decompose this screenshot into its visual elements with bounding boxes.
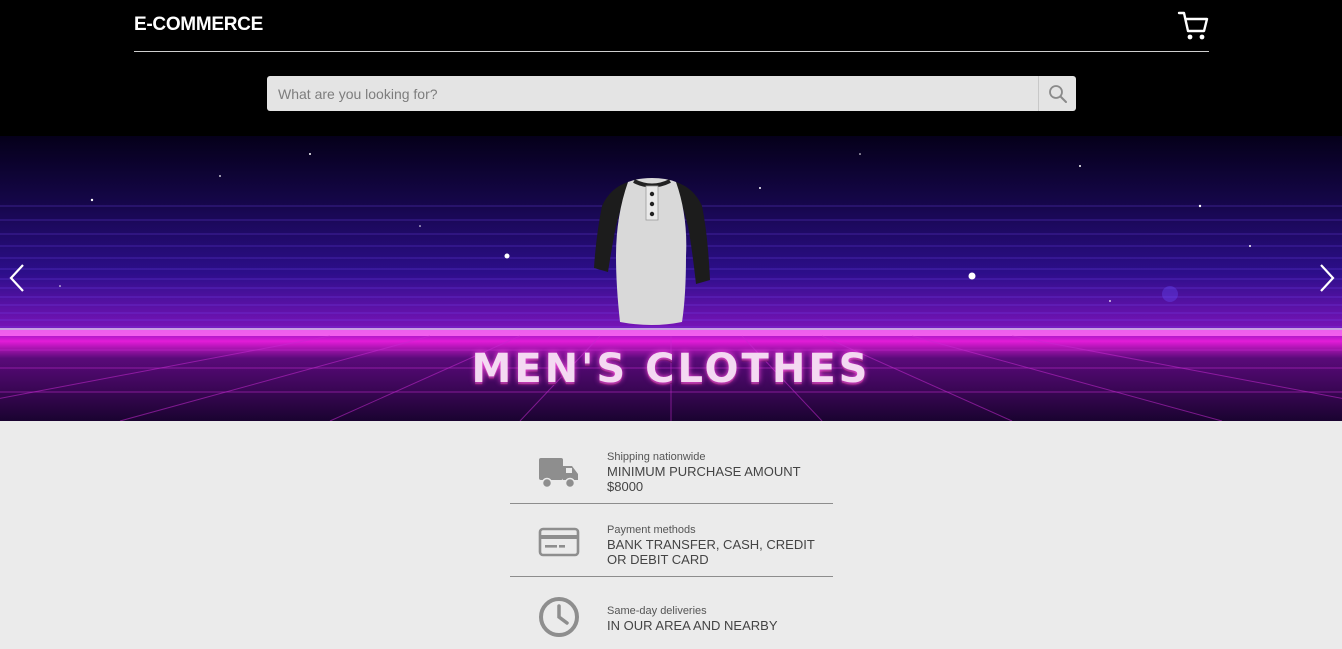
clock-icon bbox=[538, 596, 580, 638]
search-bar bbox=[267, 76, 1076, 111]
chevron-right-icon bbox=[1320, 264, 1335, 292]
feature-delivery: Same-day deliveries IN OUR AREA AND NEAR… bbox=[510, 592, 833, 649]
chevron-left-icon bbox=[9, 264, 24, 292]
site-header: E-COMMERCE bbox=[0, 0, 1342, 136]
search-input[interactable] bbox=[267, 76, 1037, 111]
feature-detail: IN OUR AREA AND NEARBY bbox=[607, 618, 778, 633]
feature-label: Shipping nationwide bbox=[607, 451, 706, 463]
brand-logo[interactable]: E-COMMERCE bbox=[134, 14, 263, 36]
header-divider bbox=[134, 51, 1209, 52]
feature-divider bbox=[510, 503, 833, 504]
carousel-next-button[interactable] bbox=[1316, 262, 1338, 294]
feature-label: Same-day deliveries bbox=[607, 605, 707, 617]
search-button[interactable] bbox=[1038, 76, 1076, 111]
credit-card-icon bbox=[538, 527, 580, 569]
feature-payment: Payment methods BANK TRANSFER, CASH, CRE… bbox=[510, 519, 833, 577]
delivery-truck-icon bbox=[538, 454, 580, 496]
hero-carousel: MEN'S CLOTHES bbox=[0, 136, 1342, 421]
feature-shipping: Shipping nationwide MINIMUM PURCHASE AMO… bbox=[510, 446, 833, 504]
carousel-prev-button[interactable] bbox=[6, 262, 28, 294]
feature-detail: MINIMUM PURCHASE AMOUNT $8000 bbox=[607, 464, 801, 494]
magnifier-icon bbox=[1048, 84, 1067, 103]
feature-detail: BANK TRANSFER, CASH, CREDIT OR DEBIT CAR… bbox=[607, 537, 815, 567]
shopping-cart-icon[interactable] bbox=[1177, 10, 1211, 42]
feature-divider bbox=[510, 576, 833, 577]
henley-shirt-image bbox=[594, 178, 710, 325]
banner-title: MEN'S CLOTHES bbox=[471, 346, 871, 392]
feature-label: Payment methods bbox=[607, 524, 696, 536]
